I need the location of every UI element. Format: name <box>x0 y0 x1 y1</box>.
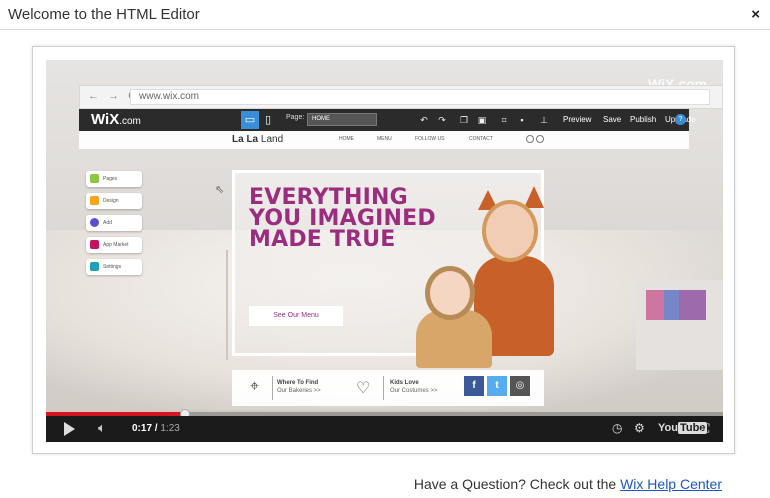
video-frame: WiX.com ← → C www.wix.com WiX.com ▭ ▯ Pa… <box>32 46 735 454</box>
volume-icon[interactable]: 🔈︎ <box>98 420 106 436</box>
bakeries-title: Where To Find <box>277 380 319 386</box>
dialog-titlebar: Welcome to the HTML Editor × <box>0 0 770 30</box>
browser-url-bar: www.wix.com <box>130 89 710 105</box>
site-nav-follow: FOLLOW US <box>415 136 445 142</box>
divider <box>272 376 273 400</box>
site-nav-menu: MENU <box>377 136 392 142</box>
guide-icon: ⊥ <box>540 115 548 125</box>
duration: 1:23 <box>160 423 180 434</box>
location-pin-icon: ⌖ <box>250 378 260 395</box>
video-player[interactable]: WiX.com ← → C www.wix.com WiX.com ▭ ▯ Pa… <box>46 60 723 442</box>
save-menu: Save <box>603 115 622 124</box>
bakeries-link: Our Bakeries >> <box>277 388 321 394</box>
layers-icon: ▣ <box>477 115 487 125</box>
info-strip: ⌖ Where To Find Our Bakeries >> ♡ Kids L… <box>232 370 544 406</box>
kid-face-illustration <box>425 266 475 320</box>
site-social-icon <box>536 135 544 143</box>
preview-menu: Preview <box>563 115 592 124</box>
design-icon <box>90 196 99 205</box>
redo-icon: ↷ <box>438 115 446 125</box>
fullscreen-icon[interactable]: ⛶ <box>701 421 709 436</box>
browser-chrome: ← → C www.wix.com <box>79 85 723 109</box>
site-header: La La Land HOME MENU FOLLOW US CONTACT <box>79 131 689 149</box>
watch-later-icon[interactable]: ◷ <box>612 421 622 435</box>
panel-app-market: App Market <box>86 237 142 253</box>
books-illustration <box>646 290 706 320</box>
site-nav-home: HOME <box>339 136 354 142</box>
panel-settings: Settings <box>86 259 142 275</box>
help-center-link[interactable]: Wix Help Center <box>620 476 722 492</box>
panel-label: Settings <box>103 264 122 270</box>
kid-ear-illustration <box>524 186 544 208</box>
help-icon: ? <box>675 114 686 125</box>
panel-label: Pages <box>103 176 118 182</box>
panel-add: Add <box>86 215 142 231</box>
site-logo: La La Land <box>232 134 284 145</box>
site-social-icon <box>526 135 534 143</box>
close-icon[interactable]: × <box>751 6 760 23</box>
help-footer: Have a Question? Check out the Wix Help … <box>414 476 722 492</box>
copy-icon: ❐ <box>459 115 469 125</box>
video-controls: 🔈︎ 0:17 / 1:23 ◷ ⚙ You Tube ⛶ <box>46 416 723 442</box>
divider <box>383 376 384 400</box>
page-select: HOME <box>307 113 377 126</box>
kid-face-illustration <box>482 200 538 262</box>
pages-icon <box>90 174 99 183</box>
cursor-icon: ⇖ <box>215 184 225 196</box>
time-display: 0:17 / 1:23 <box>132 423 180 434</box>
instagram-icon: ◎ <box>510 376 530 396</box>
wix-brand-logo: WiX.com <box>91 111 141 128</box>
ruler-icon: ▪ <box>520 115 524 125</box>
twitter-icon: t <box>487 376 507 396</box>
facebook-icon: f <box>464 376 484 396</box>
app-market-icon <box>90 240 99 249</box>
bed-rail-illustration <box>226 250 228 360</box>
current-time: 0:17 <box>132 423 153 434</box>
help-question: Have a Question? Check out the <box>413 476 621 492</box>
costumes-link: Our Costumes >> <box>390 388 438 394</box>
grid-icon: ⌗ <box>501 115 507 125</box>
undo-icon: ↶ <box>420 115 428 125</box>
heart-icon: ♡ <box>356 380 371 397</box>
costumes-title: Kids Love <box>390 380 419 386</box>
panel-design: Design <box>86 193 142 209</box>
desktop-icon: ▭ <box>241 111 259 129</box>
hero-headline: EVERYTHING YOU IMAGINED MADE TRUE <box>249 185 436 252</box>
dialog-title: Welcome to the HTML Editor <box>8 6 200 23</box>
settings-gear-icon[interactable]: ⚙ <box>634 421 645 435</box>
wix-editor-bar: WiX.com ▭ ▯ Page: HOME ↶ ↷ ❐ ▣ ⌗ ▪ ⊥ Pre… <box>79 109 696 131</box>
see-menu-button: See Our Menu <box>249 306 343 326</box>
add-icon <box>90 218 99 227</box>
panel-label: Design <box>103 198 119 204</box>
panel-label: Add <box>103 220 112 226</box>
settings-icon <box>90 262 99 271</box>
site-nav-contact: CONTACT <box>469 136 493 142</box>
panel-pages: Pages <box>86 171 142 187</box>
mobile-icon: ▯ <box>264 114 272 126</box>
panel-label: App Market <box>103 242 129 248</box>
publish-menu: Publish <box>630 115 657 124</box>
play-icon[interactable] <box>64 422 75 436</box>
page-label: Page: <box>286 114 305 121</box>
